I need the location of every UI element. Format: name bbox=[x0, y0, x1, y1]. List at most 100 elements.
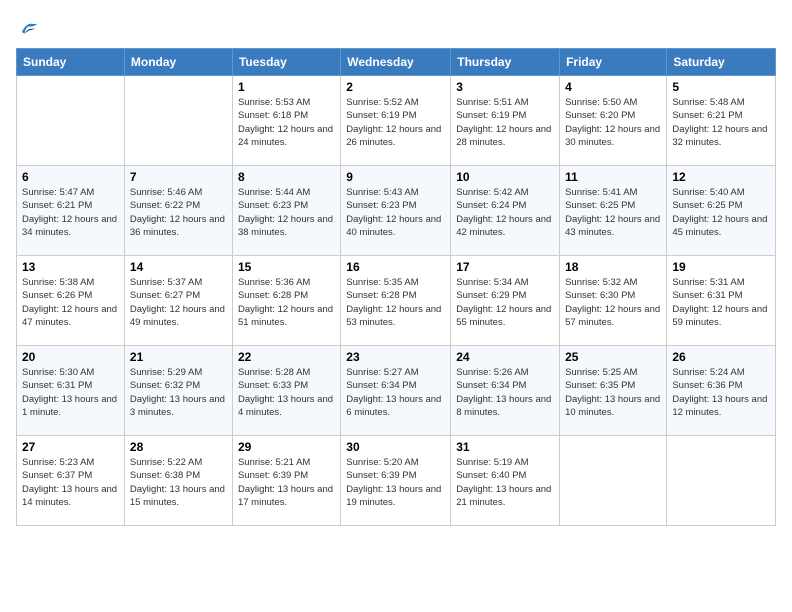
day-info: Sunrise: 5:44 AM Sunset: 6:23 PM Dayligh… bbox=[238, 186, 335, 239]
calendar-cell: 31Sunrise: 5:19 AM Sunset: 6:40 PM Dayli… bbox=[451, 436, 560, 526]
calendar-cell: 7 Sunrise: 5:46 AM Sunset: 6:22 PM Daylig… bbox=[124, 166, 232, 256]
day-info: Sunrise: 5:40 AM Sunset: 6:25 PM Dayligh… bbox=[672, 186, 770, 239]
day-info: Sunrise: 5:51 AM Sunset: 6:19 PM Dayligh… bbox=[456, 96, 554, 149]
calendar-cell: 15 Sunrise: 5:36 AM Sunset: 6:28 PM Dayli… bbox=[232, 256, 340, 346]
day-info: Sunrise: 5:20 AM Sunset: 6:39 PM Dayligh… bbox=[346, 456, 445, 509]
day-info: Sunrise: 5:36 AM Sunset: 6:28 PM Dayligh… bbox=[238, 276, 335, 329]
calendar-cell: 4 Sunrise: 5:50 AM Sunset: 6:20 PM Daylig… bbox=[560, 76, 667, 166]
calendar-cell: 1 Sunrise: 5:53 AM Sunset: 6:18 PM Daylig… bbox=[232, 76, 340, 166]
calendar-week-row: 13Sunrise: 5:38 AM Sunset: 6:26 PM Dayli… bbox=[17, 256, 776, 346]
day-header-friday: Friday bbox=[560, 49, 667, 76]
calendar-cell bbox=[17, 76, 125, 166]
day-info: Sunrise: 5:30 AM Sunset: 6:31 PM Dayligh… bbox=[22, 366, 119, 419]
day-number: 23 bbox=[346, 350, 445, 364]
calendar-cell: 18 Sunrise: 5:32 AM Sunset: 6:30 PM Dayli… bbox=[560, 256, 667, 346]
calendar-header-row: SundayMondayTuesdayWednesdayThursdayFrid… bbox=[17, 49, 776, 76]
day-info: Sunrise: 5:28 AM Sunset: 6:33 PM Dayligh… bbox=[238, 366, 335, 419]
calendar-cell: 29Sunrise: 5:21 AM Sunset: 6:39 PM Dayli… bbox=[232, 436, 340, 526]
day-info: Sunrise: 5:43 AM Sunset: 6:23 PM Dayligh… bbox=[346, 186, 445, 239]
day-info: Sunrise: 5:47 AM Sunset: 6:21 PM Dayligh… bbox=[22, 186, 119, 239]
day-info: Sunrise: 5:24 AM Sunset: 6:36 PM Dayligh… bbox=[672, 366, 770, 419]
day-number: 1 bbox=[238, 80, 335, 94]
day-number: 20 bbox=[22, 350, 119, 364]
calendar-cell: 30 Sunrise: 5:20 AM Sunset: 6:39 PM Dayli… bbox=[341, 436, 451, 526]
day-info: Sunrise: 5:46 AM Sunset: 6:22 PM Dayligh… bbox=[130, 186, 227, 239]
day-header-saturday: Saturday bbox=[667, 49, 776, 76]
day-number: 17 bbox=[456, 260, 554, 274]
calendar-cell bbox=[124, 76, 232, 166]
calendar-cell: 17Sunrise: 5:34 AM Sunset: 6:29 PM Dayli… bbox=[451, 256, 560, 346]
day-number: 27 bbox=[22, 440, 119, 454]
day-number: 24 bbox=[456, 350, 554, 364]
calendar-cell: 3 Sunrise: 5:51 AM Sunset: 6:19 PM Daylig… bbox=[451, 76, 560, 166]
day-number: 11 bbox=[565, 170, 661, 184]
calendar-cell: 2 Sunrise: 5:52 AM Sunset: 6:19 PM Daylig… bbox=[341, 76, 451, 166]
calendar-cell: 20 Sunrise: 5:30 AM Sunset: 6:31 PM Dayli… bbox=[17, 346, 125, 436]
day-number: 25 bbox=[565, 350, 661, 364]
calendar-cell: 5 Sunrise: 5:48 AM Sunset: 6:21 PM Daylig… bbox=[667, 76, 776, 166]
day-number: 2 bbox=[346, 80, 445, 94]
calendar-week-row: 1 Sunrise: 5:53 AM Sunset: 6:18 PM Daylig… bbox=[17, 76, 776, 166]
calendar-cell: 10 Sunrise: 5:42 AM Sunset: 6:24 PM Dayli… bbox=[451, 166, 560, 256]
calendar-cell: 28 Sunrise: 5:22 AM Sunset: 6:38 PM Dayli… bbox=[124, 436, 232, 526]
day-number: 22 bbox=[238, 350, 335, 364]
calendar-week-row: 27 Sunrise: 5:23 AM Sunset: 6:37 PM Dayli… bbox=[17, 436, 776, 526]
day-info: Sunrise: 5:26 AM Sunset: 6:34 PM Dayligh… bbox=[456, 366, 554, 419]
day-info: Sunrise: 5:23 AM Sunset: 6:37 PM Dayligh… bbox=[22, 456, 119, 509]
day-info: Sunrise: 5:22 AM Sunset: 6:38 PM Dayligh… bbox=[130, 456, 227, 509]
day-number: 3 bbox=[456, 80, 554, 94]
calendar-week-row: 6 Sunrise: 5:47 AM Sunset: 6:21 PM Daylig… bbox=[17, 166, 776, 256]
day-number: 9 bbox=[346, 170, 445, 184]
day-number: 28 bbox=[130, 440, 227, 454]
calendar-cell: 27 Sunrise: 5:23 AM Sunset: 6:37 PM Dayli… bbox=[17, 436, 125, 526]
day-number: 21 bbox=[130, 350, 227, 364]
calendar-cell: 14 Sunrise: 5:37 AM Sunset: 6:27 PM Dayli… bbox=[124, 256, 232, 346]
day-header-tuesday: Tuesday bbox=[232, 49, 340, 76]
day-number: 18 bbox=[565, 260, 661, 274]
day-number: 12 bbox=[672, 170, 770, 184]
day-info: Sunrise: 5:42 AM Sunset: 6:24 PM Dayligh… bbox=[456, 186, 554, 239]
page-header bbox=[16, 16, 776, 40]
day-info: Sunrise: 5:50 AM Sunset: 6:20 PM Dayligh… bbox=[565, 96, 661, 149]
calendar-week-row: 20 Sunrise: 5:30 AM Sunset: 6:31 PM Dayli… bbox=[17, 346, 776, 436]
calendar-cell: 22 Sunrise: 5:28 AM Sunset: 6:33 PM Dayli… bbox=[232, 346, 340, 436]
calendar-cell: 21Sunrise: 5:29 AM Sunset: 6:32 PM Dayli… bbox=[124, 346, 232, 436]
day-number: 5 bbox=[672, 80, 770, 94]
day-number: 8 bbox=[238, 170, 335, 184]
calendar-cell: 16Sunrise: 5:35 AM Sunset: 6:28 PM Dayli… bbox=[341, 256, 451, 346]
calendar-cell: 13Sunrise: 5:38 AM Sunset: 6:26 PM Dayli… bbox=[17, 256, 125, 346]
day-info: Sunrise: 5:41 AM Sunset: 6:25 PM Dayligh… bbox=[565, 186, 661, 239]
calendar-cell: 19Sunrise: 5:31 AM Sunset: 6:31 PM Dayli… bbox=[667, 256, 776, 346]
day-info: Sunrise: 5:32 AM Sunset: 6:30 PM Dayligh… bbox=[565, 276, 661, 329]
day-number: 7 bbox=[130, 170, 227, 184]
day-info: Sunrise: 5:53 AM Sunset: 6:18 PM Dayligh… bbox=[238, 96, 335, 149]
day-header-thursday: Thursday bbox=[451, 49, 560, 76]
day-number: 30 bbox=[346, 440, 445, 454]
day-number: 16 bbox=[346, 260, 445, 274]
day-number: 6 bbox=[22, 170, 119, 184]
logo bbox=[16, 16, 42, 40]
day-number: 10 bbox=[456, 170, 554, 184]
day-number: 14 bbox=[130, 260, 227, 274]
calendar-cell: 23 Sunrise: 5:27 AM Sunset: 6:34 PM Dayli… bbox=[341, 346, 451, 436]
day-number: 19 bbox=[672, 260, 770, 274]
day-number: 4 bbox=[565, 80, 661, 94]
calendar-cell: 26 Sunrise: 5:24 AM Sunset: 6:36 PM Dayli… bbox=[667, 346, 776, 436]
calendar-table: SundayMondayTuesdayWednesdayThursdayFrid… bbox=[16, 48, 776, 526]
day-header-monday: Monday bbox=[124, 49, 232, 76]
day-info: Sunrise: 5:52 AM Sunset: 6:19 PM Dayligh… bbox=[346, 96, 445, 149]
day-info: Sunrise: 5:27 AM Sunset: 6:34 PM Dayligh… bbox=[346, 366, 445, 419]
day-info: Sunrise: 5:21 AM Sunset: 6:39 PM Dayligh… bbox=[238, 456, 335, 509]
day-number: 15 bbox=[238, 260, 335, 274]
calendar-cell: 11 Sunrise: 5:41 AM Sunset: 6:25 PM Dayli… bbox=[560, 166, 667, 256]
day-header-sunday: Sunday bbox=[17, 49, 125, 76]
calendar-cell: 12 Sunrise: 5:40 AM Sunset: 6:25 PM Dayli… bbox=[667, 166, 776, 256]
day-info: Sunrise: 5:48 AM Sunset: 6:21 PM Dayligh… bbox=[672, 96, 770, 149]
calendar-cell: 24 Sunrise: 5:26 AM Sunset: 6:34 PM Dayli… bbox=[451, 346, 560, 436]
day-number: 26 bbox=[672, 350, 770, 364]
calendar-cell: 25Sunrise: 5:25 AM Sunset: 6:35 PM Dayli… bbox=[560, 346, 667, 436]
day-number: 31 bbox=[456, 440, 554, 454]
day-info: Sunrise: 5:37 AM Sunset: 6:27 PM Dayligh… bbox=[130, 276, 227, 329]
logo-bird-icon bbox=[18, 16, 42, 40]
calendar-cell: 8 Sunrise: 5:44 AM Sunset: 6:23 PM Daylig… bbox=[232, 166, 340, 256]
